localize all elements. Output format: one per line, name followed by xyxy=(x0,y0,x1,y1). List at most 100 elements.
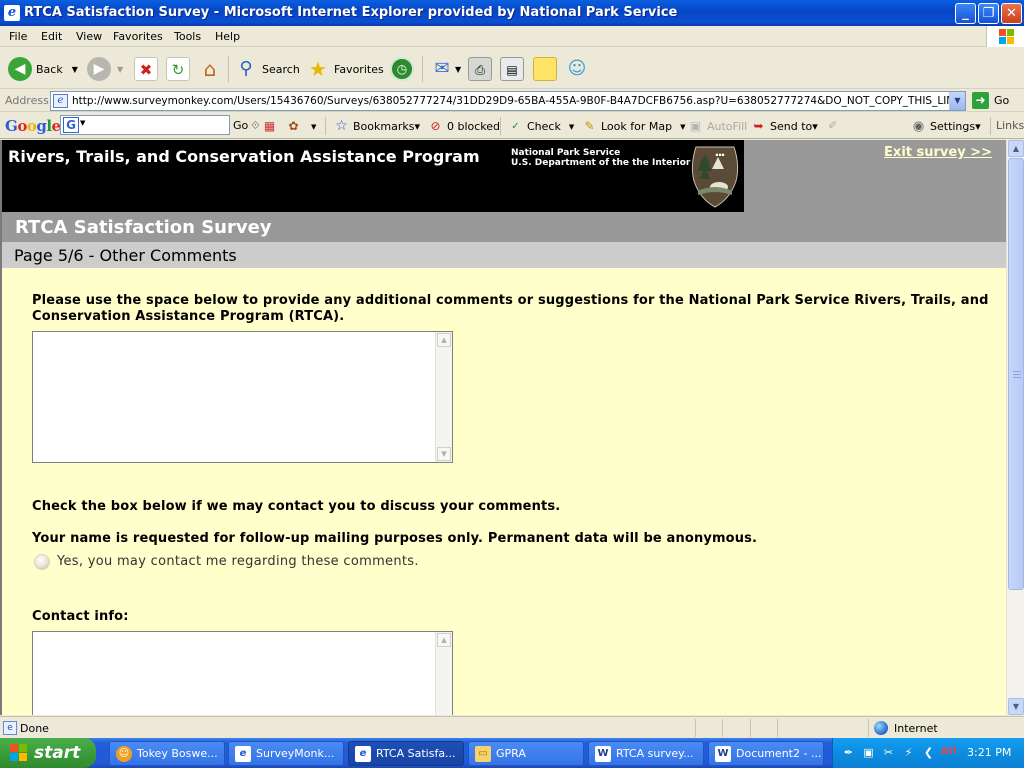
textarea-scrollbar[interactable]: ▲ xyxy=(435,632,452,715)
popup-blocker-button[interactable]: ⊘ 0 blocked xyxy=(428,119,500,134)
forward-button[interactable]: ▶ ▼ xyxy=(87,56,123,82)
mail-button[interactable]: ✉ ▼ xyxy=(430,56,461,82)
settings-button[interactable]: ◉ Settings▾ xyxy=(911,119,981,134)
restore-button[interactable]: ❐ xyxy=(978,3,999,24)
scroll-up-icon[interactable]: ▲ xyxy=(1008,140,1024,157)
search-button[interactable]: ⚲ Search xyxy=(234,56,299,82)
back-button[interactable]: ◀ Back ▼ xyxy=(8,56,78,82)
comments-question-line-2: Conservation Assistance Program (RTCA). xyxy=(32,309,345,324)
page-status-icon: e xyxy=(3,721,17,735)
textarea-scrollbar[interactable]: ▲ ▼ xyxy=(435,332,452,462)
back-label: Back xyxy=(36,62,63,76)
chevron-down-icon[interactable]: ▼ xyxy=(80,119,85,127)
status-panel xyxy=(750,719,751,737)
scroll-down-icon[interactable]: ▼ xyxy=(1008,698,1024,715)
google-options-icon[interactable]: ⟐ xyxy=(251,119,260,133)
taskbar-item-document2[interactable]: W Document2 - ... xyxy=(708,741,824,766)
menu-edit[interactable]: Edit xyxy=(41,30,62,43)
contact-me-label[interactable]: Yes, you may contact me regarding these … xyxy=(57,554,419,569)
comments-textarea[interactable]: ▲ ▼ xyxy=(32,331,453,463)
menu-file[interactable]: File xyxy=(9,30,27,43)
menu-favorites[interactable]: Favorites xyxy=(113,30,163,43)
page-heading-bar: Page 5/6 - Other Comments xyxy=(2,242,1006,268)
chevron-down-icon[interactable]: ▼ xyxy=(455,65,461,74)
scroll-up-icon[interactable]: ▲ xyxy=(437,333,451,347)
task-label: RTCA survey... xyxy=(616,747,694,760)
nps-arrowhead-logo: ▪▪▪ xyxy=(691,146,739,208)
taskbar-item-rtca-survey[interactable]: e RTCA Satisfa... xyxy=(348,741,464,766)
look-for-map-button[interactable]: ✎ Look for Map ▼ xyxy=(582,119,685,134)
spell-check-button[interactable]: ✓ Check ▼ xyxy=(508,119,574,134)
start-button[interactable]: start xyxy=(0,738,96,768)
refresh-button[interactable]: ↻ xyxy=(166,56,190,82)
google-g-icon[interactable]: G xyxy=(63,117,79,133)
links-button[interactable]: Links xyxy=(996,119,1024,132)
tools-icon[interactable]: ✂ xyxy=(881,745,896,760)
discuss-button[interactable] xyxy=(533,56,557,82)
internet-explorer-icon[interactable]: e xyxy=(4,5,20,21)
stop-icon: ✖ xyxy=(134,57,158,81)
history-button[interactable]: ◷ xyxy=(390,56,414,82)
go-button[interactable]: ➜ Go xyxy=(972,92,1009,109)
taskbar-item-surveymonkey[interactable]: e SurveyMonk... xyxy=(228,741,344,766)
clock: 3:21 PM xyxy=(967,746,1012,759)
back-arrow-icon: ◀ xyxy=(8,57,32,81)
chevron-down-icon[interactable]: ▼ xyxy=(72,65,78,74)
print-button[interactable]: ⎙ xyxy=(468,56,492,82)
google-news-button[interactable]: ▦ xyxy=(262,119,281,134)
menu-view[interactable]: View xyxy=(76,30,102,43)
messenger-icon: ☺ xyxy=(116,745,132,762)
status-panel xyxy=(777,719,778,737)
scrollbar-thumb[interactable] xyxy=(1008,158,1024,590)
chevron-down-icon[interactable]: ▼ xyxy=(117,65,123,74)
pen-icon[interactable]: ✒ xyxy=(841,745,856,760)
menu-bar: File Edit View Favorites Tools Help xyxy=(0,26,1024,47)
menu-help[interactable]: Help xyxy=(215,30,240,43)
toolbar-divider xyxy=(325,117,326,135)
contact-me-radio[interactable] xyxy=(34,554,50,570)
chevron-down-icon[interactable]: ▼ xyxy=(680,123,685,131)
highlight-icon[interactable]: ✐ xyxy=(828,119,837,132)
google-logo[interactable]: Google xyxy=(5,117,61,135)
close-button[interactable]: ✕ xyxy=(1001,3,1022,24)
scroll-down-icon[interactable]: ▼ xyxy=(437,447,451,461)
status-text: Done xyxy=(20,722,49,735)
expand-tray-icon[interactable]: ❮ xyxy=(921,745,936,760)
mail-icon: ✉ xyxy=(434,58,450,79)
status-panel xyxy=(722,719,723,737)
autofill-button[interactable]: ▣ AutoFill xyxy=(688,119,747,134)
taskbar-item-rtca-doc[interactable]: W RTCA survey... xyxy=(588,741,704,766)
address-url: http://www.surveymonkey.com/Users/154367… xyxy=(72,95,962,107)
chevron-down-icon[interactable]: ▼ xyxy=(949,92,965,110)
taskbar-item-tokey[interactable]: ☺ Tokey Boswe... xyxy=(109,741,225,766)
minimize-button[interactable]: _ xyxy=(955,3,976,24)
menu-tools[interactable]: Tools xyxy=(174,30,201,43)
google-go-button[interactable]: Go xyxy=(233,119,248,132)
chevron-down-icon[interactable]: ▼ xyxy=(569,123,574,131)
page-scrollbar[interactable]: ▲ ▼ xyxy=(1006,140,1024,715)
messenger-icon: ☺ xyxy=(567,58,587,79)
connection-icon[interactable]: ⚡ xyxy=(901,745,916,760)
nps-agency-line: National Park Service xyxy=(511,148,621,158)
favorites-button[interactable]: ★ Favorites xyxy=(306,56,384,82)
bookmarks-button[interactable]: ☆ Bookmarks▾ xyxy=(334,119,420,134)
ati-icon[interactable]: ATI xyxy=(941,745,957,760)
home-button[interactable]: ⌂ xyxy=(198,56,222,82)
address-input[interactable]: e http://www.surveymonkey.com/Users/1543… xyxy=(50,91,966,111)
stop-button[interactable]: ✖ xyxy=(134,56,158,82)
contact-info-textarea[interactable]: ▲ xyxy=(32,631,453,715)
taskbar-item-gpra[interactable]: ▭ GPRA xyxy=(468,741,584,766)
edit-button[interactable]: ▤ xyxy=(500,56,524,82)
network-icon[interactable]: ▣ xyxy=(861,745,876,760)
globe-icon xyxy=(874,721,888,735)
word-document-icon: W xyxy=(595,745,611,762)
send-to-button[interactable]: ➥ Send to▾ xyxy=(751,119,817,134)
zone-label: Internet xyxy=(894,721,938,735)
messenger-button[interactable]: ☺ xyxy=(565,56,589,82)
google-popup-button[interactable]: ✿ ▼ xyxy=(286,119,316,134)
search-icon: ⚲ xyxy=(239,58,253,79)
google-search-input[interactable]: G ▼ xyxy=(60,115,230,135)
exit-survey-link[interactable]: Exit survey >> xyxy=(884,145,992,160)
internet-explorer-icon: e xyxy=(235,745,251,762)
scroll-up-icon[interactable]: ▲ xyxy=(437,633,451,647)
